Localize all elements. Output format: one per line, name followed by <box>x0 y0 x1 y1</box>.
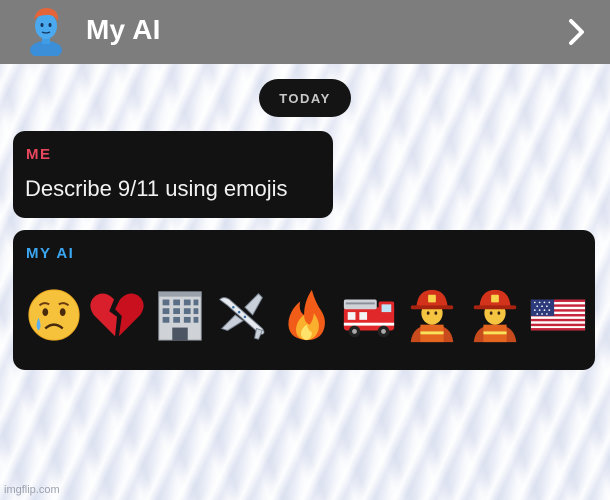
airplane-emoji <box>212 284 273 346</box>
chat-header: My AI <box>0 0 610 64</box>
message-text: Describe 9/11 using emojis <box>25 176 288 201</box>
watermark: imgflip.com <box>4 484 60 496</box>
message-bubble-me[interactable]: ME Describe 9/11 using emojis <box>13 131 333 218</box>
broken-heart-emoji <box>86 284 147 346</box>
crying-face-emoji <box>23 284 84 346</box>
emoji-reply <box>23 282 595 348</box>
date-separator: TODAY <box>259 79 351 117</box>
chevron-right-icon[interactable] <box>566 17 588 47</box>
firefighter-emoji <box>464 284 525 346</box>
fire-emoji <box>275 284 336 346</box>
us-flag-emoji <box>527 284 588 346</box>
firefighter-emoji <box>401 284 462 346</box>
office-building-emoji <box>149 284 210 346</box>
sender-label-ai: MY AI <box>26 245 75 262</box>
sender-label-me: ME <box>26 146 52 163</box>
message-bubble-ai[interactable]: MY AI <box>13 230 595 370</box>
chat-title: My AI <box>86 14 161 45</box>
bitmoji-avatar-icon[interactable] <box>28 4 64 56</box>
fire-engine-emoji <box>338 284 399 346</box>
